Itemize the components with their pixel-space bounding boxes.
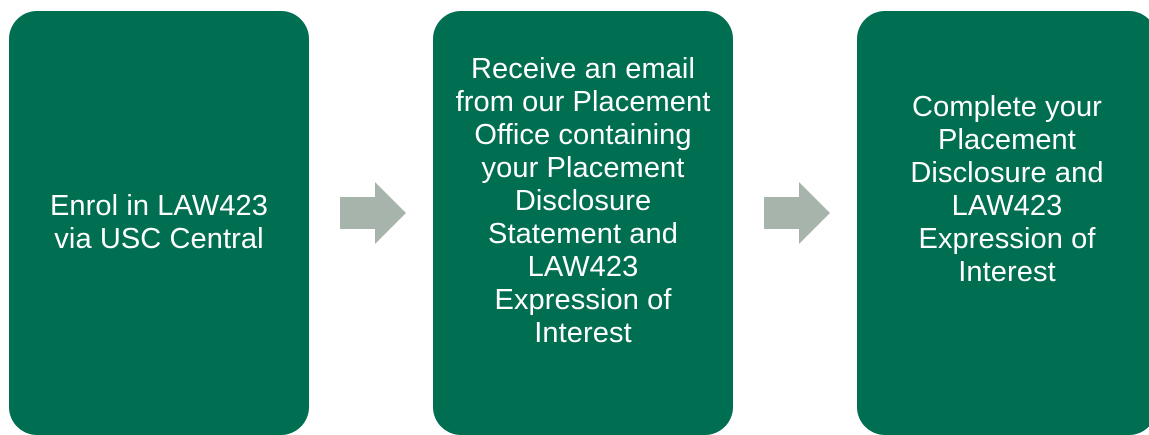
- step-3-text: Complete your Placement Disclosure and L…: [910, 91, 1104, 288]
- arrow-1-shape: [340, 182, 406, 244]
- step-3-box: Complete your Placement Disclosure and L…: [857, 11, 1149, 435]
- step-2-text: Receive an email from our Placement Offi…: [455, 52, 711, 349]
- arrow-right-icon: [340, 182, 406, 244]
- arrow-2-shape: [764, 182, 830, 244]
- arrow-right-icon: [764, 182, 830, 244]
- step-1-box: Enrol in LAW423 via USC Central: [9, 11, 309, 435]
- step-2-box: Receive an email from our Placement Offi…: [433, 11, 733, 435]
- step-1-text: Enrol in LAW423 via USC Central: [49, 190, 269, 255]
